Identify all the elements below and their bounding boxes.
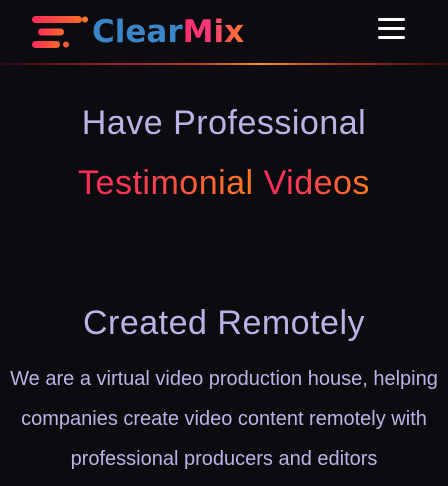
hero-description: We are a virtual video production house,… xyxy=(10,368,438,470)
hero-highlight-videos: Videos xyxy=(263,164,370,202)
menu-bar-middle xyxy=(378,27,405,30)
menu-bar-top xyxy=(378,18,405,21)
brand-name-clear: Clear xyxy=(92,14,183,50)
menu-bar-bottom xyxy=(378,36,405,39)
brand-name-mix: Mix xyxy=(182,14,245,50)
page: ClearMix Have Professional Testimonial V… xyxy=(0,0,448,486)
brand-name: ClearMix xyxy=(92,15,244,49)
header-divider xyxy=(0,63,448,65)
hero-highlight-testimonial: Testimonial xyxy=(78,164,254,202)
speed-lines-icon xyxy=(32,16,88,48)
site-header: ClearMix xyxy=(0,0,448,65)
hero-heading-line2: Testimonial Videos xyxy=(0,160,448,206)
hero-subtitle: Created Remotely xyxy=(82,304,365,342)
brand-logo[interactable]: ClearMix xyxy=(32,14,244,50)
hero-heading-line1: Have Professional xyxy=(81,104,367,142)
hamburger-menu-icon[interactable] xyxy=(375,15,409,43)
